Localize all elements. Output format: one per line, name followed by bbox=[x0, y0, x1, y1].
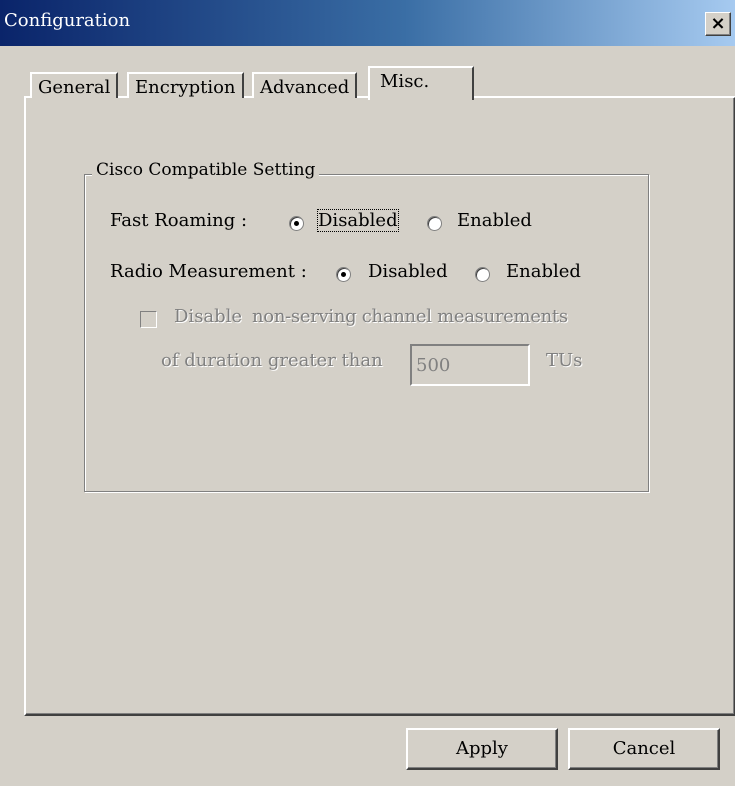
cancel-button-label: Cancel bbox=[612, 738, 676, 759]
apply-button[interactable]: Apply bbox=[406, 728, 558, 770]
radio-measurement-label: Radio Measurement : bbox=[110, 261, 307, 282]
disable-checkbox-label-rest: non-serving channel measurements bbox=[252, 306, 568, 327]
fast-roaming-enabled-radio[interactable] bbox=[427, 216, 442, 231]
radio-measurement-enabled-radio[interactable] bbox=[475, 267, 490, 282]
tab-general[interactable]: General bbox=[30, 72, 119, 98]
tab-general-label: General bbox=[38, 77, 111, 98]
tab-encryption-label: Encryption bbox=[135, 77, 236, 98]
apply-button-label: Apply bbox=[456, 738, 508, 759]
fast-roaming-enabled-label[interactable]: Enabled bbox=[457, 210, 532, 231]
disable-measurements-checkbox[interactable] bbox=[140, 311, 157, 328]
tab-misc-label: Misc. bbox=[380, 71, 430, 92]
close-icon: × bbox=[710, 13, 726, 34]
close-button[interactable]: × bbox=[705, 12, 731, 36]
fast-roaming-label: Fast Roaming : bbox=[110, 210, 248, 231]
fast-roaming-disabled-radio[interactable] bbox=[289, 216, 304, 231]
duration-prefix-label: of duration greater than bbox=[161, 350, 383, 371]
radio-measurement-enabled-label[interactable]: Enabled bbox=[506, 261, 581, 282]
duration-unit-label: TUs bbox=[546, 350, 583, 371]
tab-advanced-label: Advanced bbox=[260, 77, 350, 98]
disable-checkbox-label: Disable bbox=[174, 306, 243, 327]
tab-encryption[interactable]: Encryption bbox=[127, 72, 244, 98]
cancel-button[interactable]: Cancel bbox=[568, 728, 720, 770]
radio-measurement-disabled-radio[interactable] bbox=[336, 267, 351, 282]
title-bar: Configuration × bbox=[0, 0, 735, 46]
duration-input[interactable] bbox=[410, 344, 530, 386]
radio-measurement-disabled-label[interactable]: Disabled bbox=[368, 261, 448, 282]
window-title: Configuration bbox=[4, 10, 131, 31]
tab-advanced[interactable]: Advanced bbox=[252, 72, 358, 98]
tab-misc[interactable]: Misc. bbox=[368, 66, 474, 100]
fast-roaming-disabled-label[interactable]: Disabled bbox=[317, 209, 399, 232]
group-title: Cisco Compatible Setting bbox=[92, 160, 320, 180]
